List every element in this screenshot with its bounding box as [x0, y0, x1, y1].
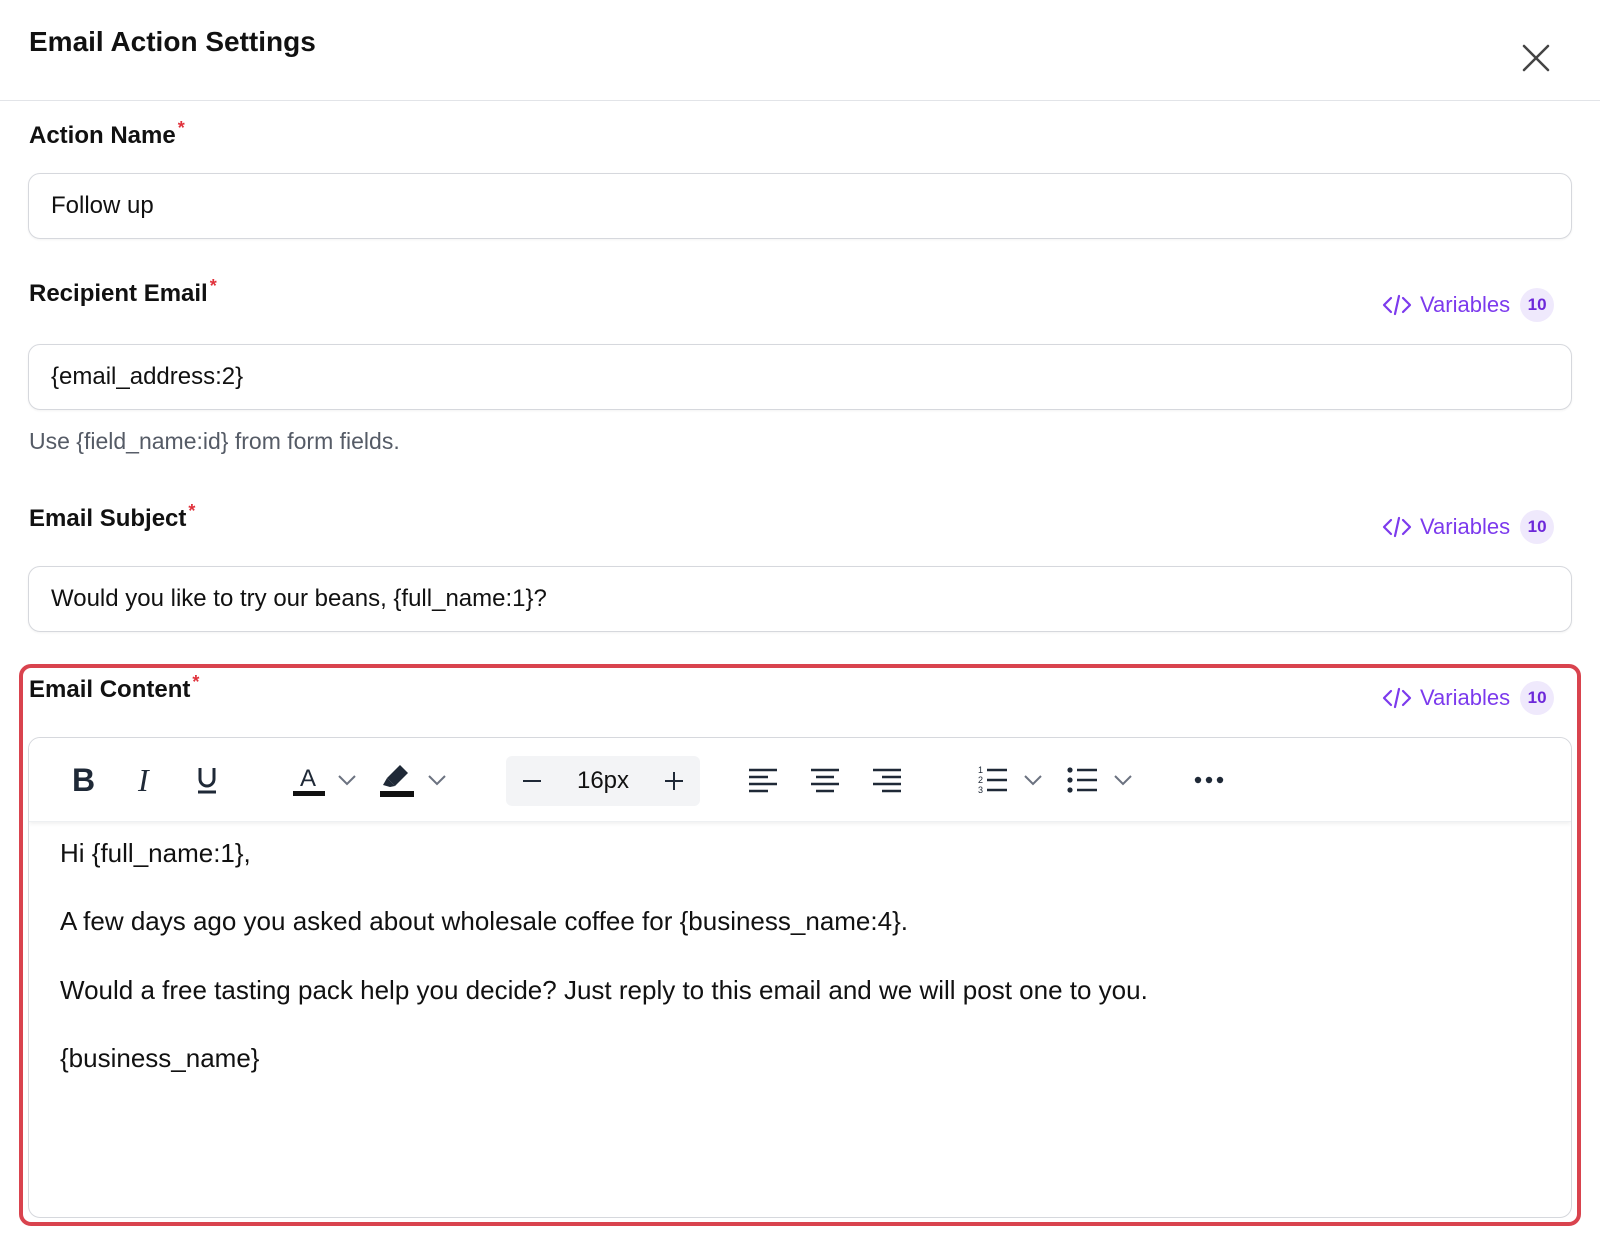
numbered-list-button[interactable]: 1 2 3: [973, 756, 1013, 804]
content-paragraph: Hi {full_name:1},: [60, 838, 251, 868]
align-right-icon: [873, 768, 901, 793]
svg-text:A: A: [300, 765, 316, 792]
align-left-icon: [749, 768, 777, 793]
align-center-button[interactable]: [805, 756, 845, 804]
chevron-down-icon: [338, 775, 356, 786]
underline-button[interactable]: [185, 756, 229, 804]
svg-text:3: 3: [978, 785, 983, 795]
highlight-icon: [380, 765, 414, 797]
svg-text:B: B: [72, 764, 95, 796]
variables-label: Variables: [1420, 514, 1511, 539]
required-mark: *: [188, 501, 196, 521]
plus-icon: [665, 772, 683, 790]
text-color-icon: A: [293, 765, 325, 796]
numbered-list-dropdown[interactable]: [1019, 756, 1047, 804]
recipient-email-hint: Use {field_name:id} from form fields.: [29, 428, 400, 454]
bold-button[interactable]: B: [61, 756, 105, 804]
variables-label: Variables: [1420, 292, 1511, 317]
action-name-input[interactable]: Follow up: [28, 173, 1572, 239]
align-left-button[interactable]: [743, 756, 783, 804]
close-button[interactable]: [1516, 38, 1556, 78]
variables-count-badge: 10: [1520, 288, 1555, 322]
bullet-list-icon: [1067, 767, 1097, 793]
align-center-icon: [811, 768, 839, 793]
editor-toolbar: B I A 16px 1 2 3: [29, 738, 1571, 822]
email-subject-label: Email Subject *: [29, 501, 196, 532]
decrease-font-button[interactable]: [510, 756, 554, 806]
text-color-dropdown[interactable]: [333, 756, 361, 804]
content-paragraph: Would a free tasting pack help you decid…: [60, 975, 1148, 1005]
required-mark: *: [192, 672, 200, 692]
required-mark: *: [209, 276, 217, 296]
svg-text:I: I: [137, 764, 150, 796]
highlight-dropdown[interactable]: [423, 756, 451, 804]
align-right-button[interactable]: [867, 756, 907, 804]
font-size-value[interactable]: 16px: [566, 767, 640, 795]
recipient-variables-button[interactable]: Variables 10: [1382, 286, 1555, 324]
italic-icon: I: [137, 764, 150, 796]
bullet-list-button[interactable]: [1063, 756, 1103, 804]
email-subject-input[interactable]: Would you like to try our beans, {full_n…: [28, 566, 1572, 632]
numbered-list-icon: 1 2 3: [978, 765, 1007, 795]
action-name-label: Action Name *: [29, 118, 185, 149]
chevron-down-icon: [1024, 775, 1042, 786]
modal-title: Email Action Settings: [29, 26, 316, 57]
svg-text:1: 1: [978, 765, 983, 775]
recipient-email-input[interactable]: {email_address:2}: [28, 344, 1572, 410]
bullet-list-dropdown[interactable]: [1109, 756, 1137, 804]
minus-icon: [523, 780, 541, 782]
bold-icon: B: [72, 764, 95, 796]
chevron-down-icon: [1114, 775, 1132, 786]
recipient-email-label: Recipient Email *: [29, 276, 217, 307]
code-icon: [1382, 687, 1412, 709]
highlight-button[interactable]: [375, 756, 419, 804]
font-size-control: 16px: [506, 756, 700, 806]
content-paragraph: {business_name}: [60, 1043, 260, 1073]
close-icon: [1522, 44, 1550, 72]
text-color-button[interactable]: A: [287, 756, 331, 804]
content-variables-button[interactable]: Variables 10: [1382, 679, 1555, 717]
increase-font-button[interactable]: [652, 756, 696, 806]
subject-variables-button[interactable]: Variables 10: [1382, 508, 1555, 546]
content-paragraph: A few days ago you asked about wholesale…: [60, 906, 908, 936]
required-mark: *: [177, 118, 185, 138]
code-icon: [1382, 516, 1412, 538]
underline-icon: [198, 768, 216, 794]
italic-button[interactable]: I: [123, 756, 167, 804]
email-content-label: Email Content *: [29, 672, 200, 703]
more-icon: [1194, 776, 1224, 784]
variables-count-badge: 10: [1520, 510, 1555, 544]
modal-header: Email Action Settings: [0, 0, 1600, 101]
variables-label: Variables: [1420, 685, 1511, 710]
code-icon: [1382, 294, 1412, 316]
svg-text:2: 2: [978, 775, 983, 785]
rich-text-editor[interactable]: B I A 16px 1 2 3 Hi {full_name:1}, A few…: [28, 737, 1572, 1218]
chevron-down-icon: [428, 775, 446, 786]
variables-count-badge: 10: [1520, 681, 1555, 715]
more-options-button[interactable]: [1187, 756, 1231, 804]
